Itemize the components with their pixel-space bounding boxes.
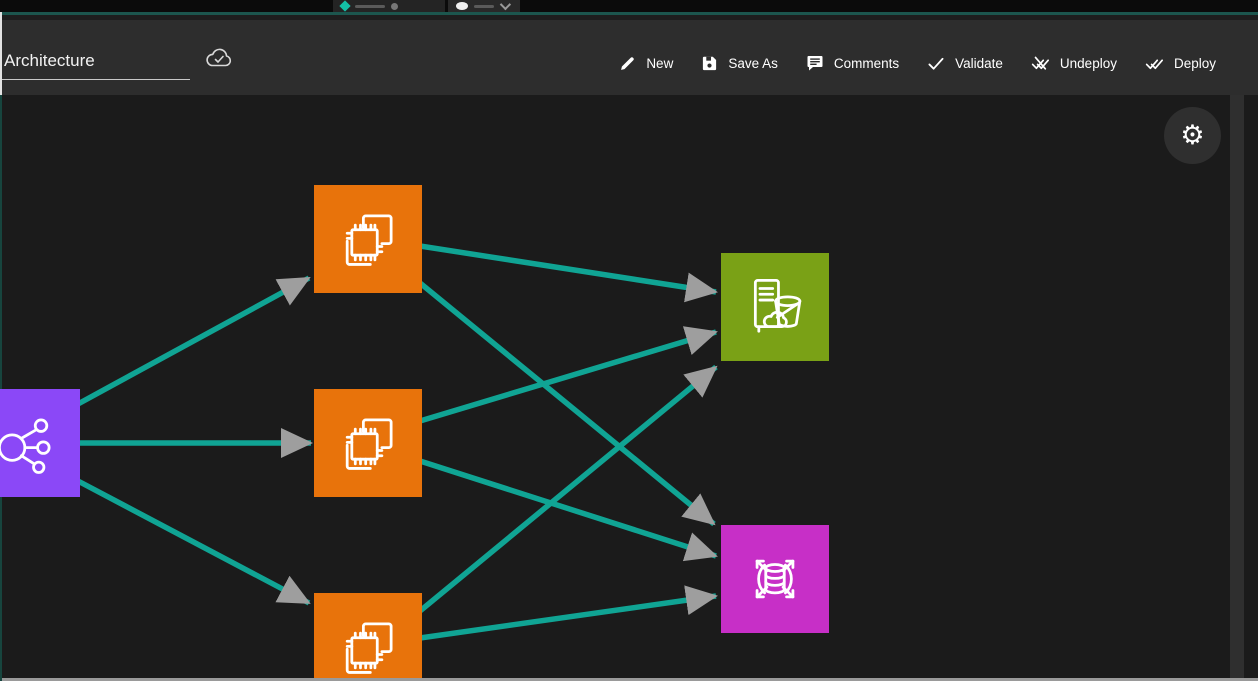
comments-button[interactable]: Comments (806, 54, 899, 72)
edge-compute-1-to-storage[interactable] (420, 246, 716, 292)
button-label: Deploy (1174, 56, 1216, 71)
cloud-check-icon (204, 44, 234, 74)
button-label: Validate (955, 56, 1003, 71)
ec2-instances-icon (331, 406, 405, 480)
validate-button[interactable]: Validate (927, 55, 1003, 72)
new-button[interactable]: New (619, 55, 673, 72)
compute-1-node[interactable] (314, 185, 422, 293)
double-check-icon (1145, 55, 1164, 72)
database-node[interactable] (721, 525, 829, 633)
deploy-button[interactable]: Deploy (1145, 55, 1216, 72)
browser-tab-partial-1[interactable] (333, 0, 445, 12)
database-scale-icon (738, 542, 812, 616)
ec2-instances-icon (331, 202, 405, 276)
button-label: New (646, 56, 673, 71)
comment-icon (806, 54, 824, 72)
load-balancer-node[interactable] (0, 389, 80, 497)
edge-compute-3-to-database[interactable] (420, 596, 716, 638)
browser-tab-strip (0, 0, 1258, 12)
undeploy-button[interactable]: Undeploy (1031, 55, 1117, 72)
edge-load-balancer-to-compute-3[interactable] (78, 481, 309, 603)
app-window: New Save As Comments (0, 0, 1258, 681)
button-label: Undeploy (1060, 56, 1117, 71)
teal-logo-icon (339, 0, 350, 11)
toolbar-left-edge (0, 12, 2, 97)
check-icon (927, 55, 945, 72)
tab-title-placeholder (355, 5, 385, 8)
storage-node[interactable] (721, 253, 829, 361)
edge-layer (0, 95, 1258, 681)
chevron-down-icon (500, 0, 511, 10)
canvas-settings-button[interactable]: ⚙ (1164, 107, 1221, 164)
load-balancer-icon (0, 406, 63, 480)
edge-load-balancer-to-compute-1[interactable] (78, 278, 309, 404)
save-as-button[interactable]: Save As (701, 55, 778, 72)
ec2-instances-icon (331, 610, 405, 681)
browser-tab-partial-2[interactable] (448, 0, 520, 12)
button-label: Comments (834, 56, 899, 71)
gear-icon: ⚙ (1180, 122, 1204, 149)
toolbar-actions: New Save As Comments (619, 48, 1216, 78)
compute-3-node[interactable] (314, 593, 422, 681)
storage-bucket-icon (738, 270, 812, 344)
vertical-scrollbar[interactable] (1230, 95, 1244, 681)
diagram-name-input[interactable] (2, 51, 190, 80)
double-check-slash-icon (1031, 55, 1050, 72)
button-label: Save As (728, 56, 778, 71)
tab-title-placeholder (474, 5, 494, 8)
save-icon (701, 55, 718, 72)
pencil-icon (619, 55, 636, 72)
toolbar: New Save As Comments (0, 15, 1258, 95)
edge-compute-2-to-database[interactable] (420, 461, 716, 556)
tab-badge-icon (391, 3, 398, 10)
oval-icon (456, 2, 468, 10)
diagram-canvas[interactable]: ⚙ (0, 95, 1258, 681)
compute-2-node[interactable] (314, 389, 422, 497)
